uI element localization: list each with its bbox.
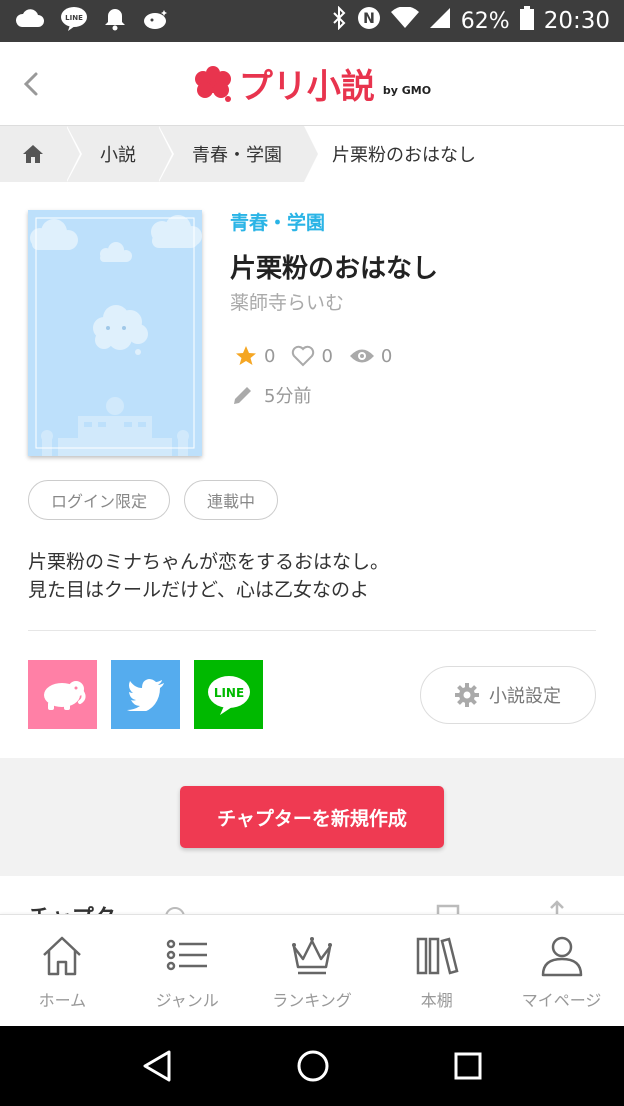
wifi-icon <box>390 6 419 35</box>
stars-stat: 0 <box>234 344 275 368</box>
breadcrumb-genre[interactable]: 青春・学園 <box>158 125 320 182</box>
battery-icon <box>519 6 534 36</box>
settings-label: 小説設定 <box>489 686 561 707</box>
novel-settings-button[interactable]: 小説設定 <box>420 666 596 724</box>
signal-icon <box>429 7 451 35</box>
nav-label: マイページ <box>521 991 602 1010</box>
home-icon <box>23 144 43 163</box>
gear-icon <box>455 683 479 707</box>
nav-home[interactable]: ホーム <box>0 915 125 1026</box>
likes-count: 0 <box>321 345 333 367</box>
nav-bookshelf[interactable]: 本棚 <box>374 915 499 1026</box>
bell-icon <box>104 7 126 35</box>
person-icon <box>541 936 582 977</box>
divider <box>28 630 596 631</box>
nav-label: ランキング <box>272 991 352 1010</box>
bluetooth-icon <box>331 5 347 36</box>
breadcrumb-label: 小説 <box>100 144 136 166</box>
line-app-icon: LINE <box>60 6 88 36</box>
description-line: 見た目はクールだけど、心は乙女なのよ <box>28 579 370 601</box>
eye-icon <box>349 349 374 363</box>
app-header: プリ小説 by GMO <box>0 42 624 126</box>
clock: 20:30 <box>543 8 610 34</box>
svg-text:LINE: LINE <box>65 14 83 22</box>
novel-description: 片栗粉のミナちゃんが恋をするおはなし。 見た目はクールだけど、心は乙女なのよ <box>28 548 389 604</box>
line-logo-icon: LINE <box>207 675 250 715</box>
system-navigation-bar <box>0 1026 624 1106</box>
novel-detail: 青春・学園 片栗粉のおはなし 薬師寺らいむ 0 0 0 5分前 ログイン限定 連… <box>0 182 624 916</box>
star-icon <box>236 346 256 365</box>
genre-link[interactable]: 青春・学園 <box>230 208 325 235</box>
novel-stats: 0 0 0 <box>234 344 398 368</box>
views-stat: 0 <box>349 346 392 367</box>
nav-label: 本棚 <box>420 991 453 1010</box>
updated-time: 5分前 <box>232 382 311 408</box>
cloud-icon <box>14 9 45 33</box>
nav-label: ホーム <box>38 991 87 1010</box>
chapter-list-header: チャプター <box>0 876 624 916</box>
share-buttons: LINE <box>28 660 263 729</box>
chapter-create-section: チャプターを新規作成 <box>0 758 624 876</box>
novel-title: 片栗粉のおはなし <box>230 254 439 284</box>
breadcrumb-current: 片栗粉のおはなし <box>304 125 624 182</box>
tag-list: ログイン限定 連載中 <box>28 480 279 520</box>
description-line: 片栗粉のミナちゃんが恋をするおはなし。 <box>28 551 390 573</box>
bookshelf-icon <box>416 937 459 975</box>
cover-image <box>28 210 202 456</box>
create-chapter-button[interactable]: チャプターを新規作成 <box>180 786 444 848</box>
crown-icon <box>291 937 332 975</box>
nav-label: ジャンル <box>155 991 219 1010</box>
views-count: 0 <box>380 345 393 367</box>
battery-text: 62% <box>460 8 510 34</box>
pixiv-icon <box>142 7 172 35</box>
pixiv-share-button[interactable] <box>28 660 97 729</box>
tag-login-only: ログイン限定 <box>28 480 171 520</box>
logo-text: プリ小説 <box>238 67 375 107</box>
breadcrumb: 小説 青春・学園 片栗粉のおはなし <box>0 125 624 182</box>
breadcrumb-label: 青春・学園 <box>192 144 282 166</box>
cloud-logo-icon <box>194 65 231 102</box>
recents-square-icon[interactable] <box>453 1051 483 1081</box>
pixiv-elephant-icon <box>43 680 86 710</box>
house-icon <box>43 936 82 976</box>
line-share-button[interactable]: LINE <box>194 660 263 729</box>
breadcrumb-label: 片栗粉のおはなし <box>332 144 476 166</box>
twitter-share-button[interactable] <box>111 660 180 729</box>
app-logo[interactable]: プリ小説 by GMO <box>193 59 431 108</box>
likes-stat: 0 <box>291 345 333 367</box>
nav-genre[interactable]: ジャンル <box>125 915 250 1026</box>
bottom-navigation: ホーム ジャンル ランキング 本棚 マイページ <box>0 914 624 1026</box>
tag-serializing: 連載中 <box>184 480 279 520</box>
stars-count: 0 <box>264 345 276 367</box>
nfc-icon: N <box>357 6 381 36</box>
chevron-left-icon <box>23 72 38 96</box>
logo-subtext: by GMO <box>382 84 432 97</box>
breadcrumb-home[interactable] <box>0 125 82 182</box>
nav-ranking[interactable]: ランキング <box>250 915 375 1026</box>
heart-icon <box>292 345 315 367</box>
line-logo-text: LINE <box>213 686 243 700</box>
pencil-icon <box>234 387 251 404</box>
twitter-bird-icon <box>126 678 164 711</box>
back-button[interactable] <box>20 68 44 100</box>
author-name[interactable]: 薬師寺らいむ <box>230 288 344 315</box>
svg-text:N: N <box>363 11 375 27</box>
back-triangle-icon[interactable] <box>141 1049 173 1083</box>
home-circle-icon[interactable] <box>296 1049 330 1083</box>
nav-mypage[interactable]: マイページ <box>499 915 624 1026</box>
status-bar: LINE N 62% 20:30 <box>0 0 624 42</box>
list-icon <box>166 939 208 971</box>
updated-text: 5分前 <box>264 386 312 407</box>
